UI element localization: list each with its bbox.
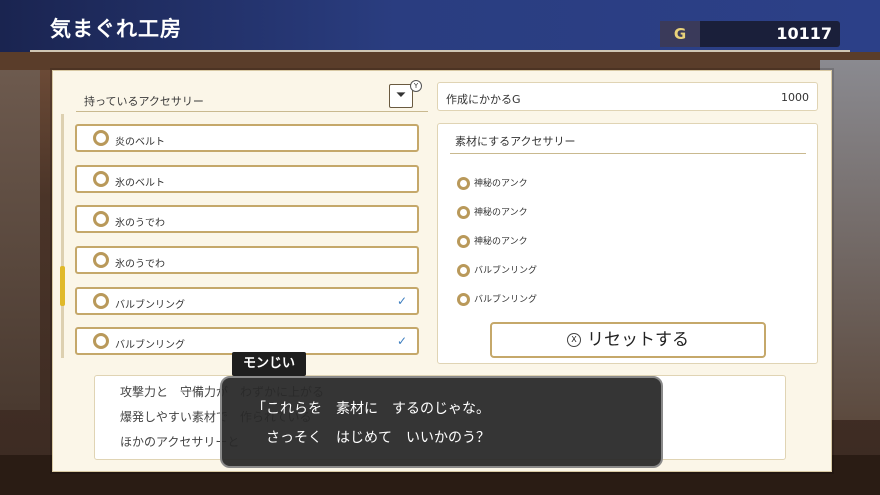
material-item: 神秘のアンク <box>457 234 528 248</box>
ring-icon <box>457 177 470 190</box>
owned-accessories-header: 持っているアクセサリー <box>84 95 204 108</box>
ring-icon <box>93 211 109 227</box>
reset-button[interactable]: X リセットする <box>490 322 766 358</box>
list-item[interactable]: 氷のベルト <box>75 165 419 193</box>
gold-label: G <box>660 21 700 47</box>
item-label: バルブンリング <box>115 300 185 311</box>
materials-title: 素材にするアクセサリー <box>455 135 576 148</box>
ring-icon <box>93 293 109 309</box>
gold-value: 10117 <box>776 24 832 43</box>
reset-label: リセットする <box>587 330 689 350</box>
material-item: バルブンリング <box>457 292 537 306</box>
checkmark-icon: ✓ <box>396 294 407 308</box>
dialog-line: 「これらを 素材に するのじゃな。 <box>252 401 490 417</box>
item-label: 炎のベルト <box>115 137 165 148</box>
ring-icon <box>457 264 470 277</box>
cost-value: 1000 <box>781 91 809 104</box>
material-label: 神秘のアンク <box>474 179 528 189</box>
ring-icon <box>93 252 109 268</box>
ring-icon <box>457 206 470 219</box>
materials-divider <box>450 153 806 154</box>
cost-label: 作成にかかるG <box>446 93 521 106</box>
list-scrollbar[interactable] <box>61 114 64 358</box>
ring-icon <box>93 130 109 146</box>
list-scroll-thumb[interactable] <box>60 266 65 306</box>
ring-icon <box>93 171 109 187</box>
y-button-icon: Y <box>410 80 422 92</box>
dialog-line: さっそく はじめて いいかのう？ <box>266 430 490 446</box>
item-label: 氷のうでわ <box>115 218 165 229</box>
list-item[interactable]: 炎のベルト <box>75 124 419 152</box>
item-label: バルブンリング <box>115 340 185 351</box>
material-item: 神秘のアンク <box>457 176 528 190</box>
cost-box: 作成にかかるG 1000 <box>437 82 818 111</box>
dialog-box[interactable] <box>220 376 663 468</box>
ring-icon <box>93 333 109 349</box>
list-item[interactable]: バルブンリング ✓ <box>75 327 419 355</box>
screen-title: 気まぐれ工房 <box>50 17 182 41</box>
list-item[interactable]: バルブンリング ✓ <box>75 287 419 315</box>
filter-icon: ⏷ <box>395 88 407 103</box>
ring-icon <box>457 235 470 248</box>
list-item[interactable]: 氷のうでわ <box>75 205 419 233</box>
material-label: バルブンリング <box>474 266 538 276</box>
material-label: 神秘のアンク <box>474 237 528 247</box>
ring-icon <box>457 293 470 306</box>
background-beam <box>0 52 880 70</box>
list-header-divider <box>76 111 428 112</box>
material-label: 神秘のアンク <box>474 208 528 218</box>
gold-display: G 10117 <box>660 21 840 47</box>
material-item: 神秘のアンク <box>457 205 528 219</box>
x-button-icon: X <box>567 333 581 347</box>
item-label: 氷のうでわ <box>115 259 165 270</box>
material-label: バルブンリング <box>474 295 538 305</box>
header-bar: 気まぐれ工房 G 10117 <box>0 0 880 52</box>
header-divider <box>30 50 850 52</box>
list-item[interactable]: 氷のうでわ <box>75 246 419 274</box>
item-label: 氷のベルト <box>115 178 165 189</box>
material-item: バルブンリング <box>457 263 537 277</box>
background-wall-left <box>0 70 40 410</box>
checkmark-icon: ✓ <box>396 334 407 348</box>
speaker-name: モンじい <box>232 352 306 376</box>
